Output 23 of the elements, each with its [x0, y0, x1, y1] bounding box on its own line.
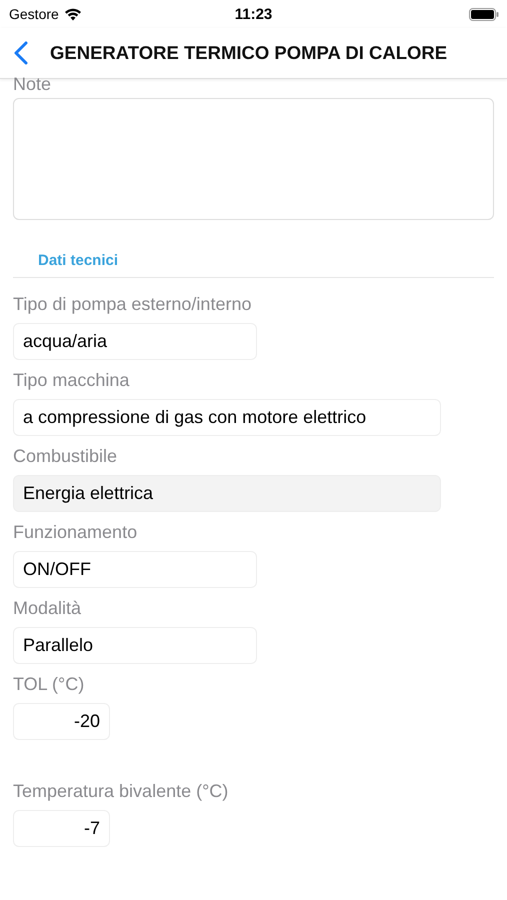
status-time: 11:23 [234, 6, 272, 22]
field-label: Tipo macchina [13, 369, 130, 391]
section-header: Dati tecnici [38, 252, 118, 269]
notes-field[interactable] [13, 98, 494, 220]
screen-title: GENERATORE TERMICO POMPA DI CALORE [50, 42, 448, 64]
carrier-name: Gestore [9, 6, 59, 22]
field-label: Note [13, 73, 52, 95]
input-field[interactable]: ON/OFF [13, 551, 257, 588]
wifi-icon [64, 8, 82, 20]
field-label: Modalità [13, 597, 82, 619]
field-label: TOL (°C) [13, 673, 84, 695]
back-chevron-icon [14, 41, 28, 65]
field-label: Temperatura bivalente (°C) [13, 780, 228, 802]
field-label: Funzionamento [13, 521, 138, 543]
back-button[interactable] [14, 41, 28, 65]
input-field[interactable]: -20 [13, 703, 110, 740]
input-field[interactable]: Parallelo [13, 627, 257, 664]
battery-icon [469, 8, 499, 20]
field-label: Tipo di pompa esterno/interno [13, 293, 252, 315]
input-field[interactable]: acqua/aria [13, 323, 257, 360]
input-field[interactable]: a compressione di gas con motore elettrico [13, 399, 441, 436]
input-field[interactable]: -7 [13, 810, 110, 847]
field-label: Combustibile [13, 445, 118, 467]
